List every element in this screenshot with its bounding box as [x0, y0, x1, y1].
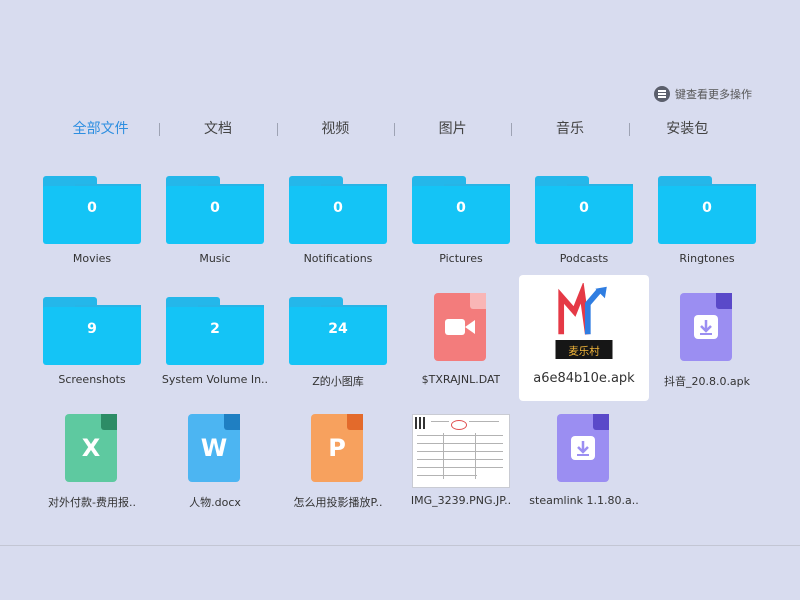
folder-item[interactable]: 0 Notifications	[278, 172, 398, 290]
category-tabs: 全部文件 文档 视频 图片 音乐 安装包	[42, 118, 746, 142]
folder-icon: 9	[42, 293, 142, 365]
apk-file-icon	[534, 414, 634, 486]
folder-count: 0	[210, 200, 220, 216]
file-item[interactable]: IMG_3239.PNG.JP..	[401, 414, 521, 532]
file-glyph: X	[81, 434, 101, 462]
item-label: a6e84b10e.apk	[533, 371, 635, 386]
folder-icon: 0	[534, 172, 634, 244]
ppt-file-icon: P	[288, 414, 388, 486]
video-file-icon	[411, 293, 511, 365]
item-label: Notifications	[303, 252, 373, 265]
folder-count: 0	[87, 200, 97, 216]
folder-icon: 2	[165, 293, 265, 365]
file-item[interactable]: 抖音_20.8.0.apk	[647, 293, 767, 411]
folder-item[interactable]: 0 Ringtones	[647, 172, 767, 290]
file-item[interactable]: W 人物.docx	[155, 414, 275, 532]
folder-item[interactable]: 0 Pictures	[401, 172, 521, 290]
item-label: 怎么用投影播放P..	[293, 496, 383, 509]
file-item[interactable]: P 怎么用投影播放P..	[278, 414, 398, 532]
folder-item[interactable]: 0 Music	[155, 172, 275, 290]
folder-icon: 0	[657, 172, 757, 244]
file-glyph: P	[328, 434, 346, 462]
tab-videos[interactable]: 视频	[276, 118, 394, 142]
folder-count: 9	[87, 321, 97, 337]
item-label: Music	[199, 252, 231, 265]
item-label: 人物.docx	[189, 496, 241, 509]
file-item[interactable]: X 对外付款-费用报..	[32, 414, 152, 532]
tab-images[interactable]: 图片	[393, 118, 511, 142]
item-label: Pictures	[439, 252, 483, 265]
folder-count: 0	[579, 200, 589, 216]
folder-icon: 24	[288, 293, 388, 365]
item-label: IMG_3239.PNG.JP..	[410, 494, 512, 507]
tab-music[interactable]: 音乐	[511, 118, 628, 142]
apk-file-icon	[657, 293, 757, 365]
folder-item[interactable]: 24 Z的小图库	[278, 293, 398, 411]
folder-icon: 0	[288, 172, 388, 244]
file-item[interactable]: $TXRAJNL.DAT	[401, 293, 521, 411]
file-item-selected[interactable]: 麦乐村 a6e84b10e.apk	[524, 275, 644, 401]
item-label: steamlink 1.1.80.a..	[529, 494, 639, 507]
folder-count: 0	[702, 200, 712, 216]
folder-item[interactable]: 9 Screenshots	[32, 293, 152, 411]
item-label: Z的小图库	[312, 375, 364, 388]
hint-text: 键查看更多操作	[675, 88, 752, 101]
item-label: $TXRAJNL.DAT	[421, 373, 501, 386]
app-logo-text: 麦乐村	[568, 344, 600, 357]
folder-icon: 0	[42, 172, 142, 244]
file-item[interactable]: steamlink 1.1.80.a..	[524, 414, 644, 532]
item-label: System Volume In..	[161, 373, 269, 386]
item-label: Screenshots	[58, 373, 126, 386]
folder-item[interactable]: 0 Movies	[32, 172, 152, 290]
item-label: Movies	[72, 252, 112, 265]
item-label: Podcasts	[559, 252, 609, 265]
file-glyph: W	[200, 434, 228, 462]
menu-icon	[654, 86, 670, 102]
item-label: 抖音_20.8.0.apk	[663, 375, 751, 388]
folder-icon: 0	[411, 172, 511, 244]
bottom-divider	[0, 545, 800, 546]
folder-count: 0	[456, 200, 466, 216]
folder-count: 0	[333, 200, 343, 216]
folder-count: 2	[210, 321, 220, 337]
excel-file-icon: X	[42, 414, 142, 486]
tab-packages[interactable]: 安装包	[628, 118, 746, 142]
hint: 键查看更多操作	[654, 86, 752, 102]
image-thumbnail	[411, 414, 511, 488]
folder-item[interactable]: 2 System Volume In..	[155, 293, 275, 411]
folder-item[interactable]: 0 Podcasts	[524, 172, 644, 290]
item-label: Ringtones	[679, 252, 735, 265]
word-file-icon: W	[165, 414, 265, 486]
app-logo-icon: 麦乐村	[524, 275, 644, 359]
item-label: 对外付款-费用报..	[48, 496, 136, 509]
folder-icon: 0	[165, 172, 265, 244]
tab-documents[interactable]: 文档	[159, 118, 276, 142]
tab-all-files[interactable]: 全部文件	[42, 118, 159, 142]
folder-count: 24	[328, 321, 348, 337]
